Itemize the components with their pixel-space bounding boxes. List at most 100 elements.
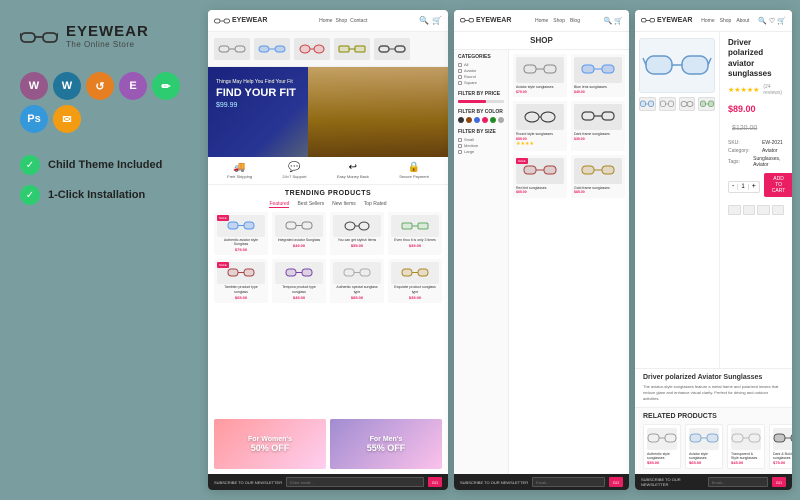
shop-search-icon[interactable]: 🔍 [604, 17, 613, 25]
product-thumb-detail-1[interactable] [639, 97, 656, 111]
quantity-value: 1 [737, 184, 748, 190]
one-click-feature: ✓ 1-Click Installation [20, 185, 180, 205]
related-products-section: RELATED PRODUCTS Authentic style sunglas… [635, 407, 792, 474]
tab-new[interactable]: New Items [332, 201, 356, 208]
shop-nav-blog[interactable]: Blog [570, 18, 580, 24]
shop-newsletter-button[interactable]: GO [609, 477, 623, 487]
related-name-2: Aviator style sunglasses [689, 452, 719, 460]
product-name-3: You can get stylish Items [338, 238, 377, 242]
category-scroll[interactable] [208, 32, 448, 67]
brand-subtitle: The Online Store [66, 40, 149, 49]
detail-nav-about[interactable]: About [736, 18, 749, 24]
product-card-3[interactable]: You can get stylish Items $55.00 [330, 212, 384, 255]
shop-prod-img-5: SALE [516, 158, 564, 184]
quantity-plus[interactable]: + [749, 183, 759, 190]
mastercard-icon [743, 205, 756, 215]
category-thumb-4[interactable] [334, 38, 370, 60]
product-card-4[interactable]: Even thou it is only 3 times $39.00 [388, 212, 442, 255]
search-icon[interactable]: 🔍 [419, 16, 429, 25]
shop-nav-shop[interactable]: Shop [553, 18, 565, 24]
color-green[interactable] [490, 117, 496, 123]
screenshots-area: EYEWEAR Home Shop Contact 🔍 🛒 [200, 0, 800, 500]
detail-cart-icon[interactable]: 🛒 [777, 17, 786, 25]
product-card-2[interactable]: Integrated aviator Sunglass $49.00 [272, 212, 326, 255]
filter-cat-aviator[interactable]: Aviator [458, 68, 504, 73]
related-product-4[interactable]: Dark & Bold sunglasses $75.00 [769, 424, 792, 469]
product-newsletter-button[interactable]: GO [772, 477, 786, 487]
product-tabs[interactable]: Featured Best Sellers New Items Top Rate… [214, 201, 442, 208]
hero-text: Things May Help You Find Your Fit FIND Y… [216, 79, 296, 109]
color-blue[interactable] [474, 117, 480, 123]
shop-product-1[interactable]: Aviator style sunglasses $79.00 [513, 54, 567, 97]
quantity-control[interactable]: - 1 + [728, 181, 760, 193]
product-img-3 [333, 215, 381, 237]
shop-header: EYEWEAR Home Shop Blog 🔍 🛒 [454, 10, 629, 32]
newsletter-input[interactable] [286, 477, 424, 487]
shop-product-6[interactable]: Gold frame sunglasses $85.00 [571, 155, 625, 198]
category-thumb-5[interactable] [374, 38, 410, 60]
sku-value: EW-2021 [762, 140, 783, 146]
tab-toprated[interactable]: Top Rated [364, 201, 387, 208]
product-thumb-detail-4[interactable] [698, 97, 715, 111]
shop-newsletter-label: SUBSCRIBE TO OUR NEWSLETTER [460, 480, 528, 485]
shop-cart-icon[interactable]: 🛒 [614, 17, 623, 25]
detail-nav-shop[interactable]: Shop [720, 18, 732, 24]
shop-product-2[interactable]: Blue lens sunglasses $49.00 [571, 54, 625, 97]
detail-nav-home[interactable]: Home [701, 18, 714, 24]
revolution-icon: ↺ [86, 72, 114, 100]
category-thumb-1[interactable] [214, 38, 250, 60]
related-product-1[interactable]: Authentic style sunglasses $55.00 [643, 424, 681, 469]
shop-newsletter-input[interactable] [532, 477, 605, 487]
filter-cat-all[interactable]: All [458, 62, 504, 67]
brand-name: EYEWEAR [66, 23, 149, 40]
child-theme-feature: ✓ Child Theme Included [20, 155, 180, 175]
filter-cat-round[interactable]: Round [458, 74, 504, 79]
product-thumb-detail-2[interactable] [659, 97, 676, 111]
product-card-6[interactable]: Tempora product type sunglass $45.00 [272, 259, 326, 302]
related-product-3[interactable]: Transparent & Style sunglasses $45.00 [727, 424, 765, 469]
category-thumb-2[interactable] [254, 38, 290, 60]
promo-men-label: For Men's [367, 436, 406, 443]
shop-prod-price-6: $85.00 [574, 190, 622, 195]
filter-size-s[interactable]: Small [458, 137, 504, 142]
color-gray[interactable] [498, 117, 504, 123]
shop-nav-home[interactable]: Home [535, 18, 548, 24]
product-thumb-detail-3[interactable] [679, 97, 696, 111]
color-black[interactable] [458, 117, 464, 123]
sale-badge-1: SALE [217, 215, 229, 221]
category-thumb-3[interactable] [294, 38, 330, 60]
shop-product-5[interactable]: SALE Red tint sunglasses $65.00 [513, 155, 567, 198]
newsletter-subscribe-button[interactable]: GO [428, 477, 442, 487]
filter-cat-square[interactable]: Square [458, 80, 504, 85]
filter-size-l[interactable]: Large [458, 149, 504, 154]
promo-women-label: For Women's [248, 436, 292, 443]
product-name-4: Even thou it is only 3 times [394, 238, 436, 242]
product-newsletter-input[interactable] [708, 477, 768, 487]
nav-home: Home [319, 18, 332, 24]
filter-size-m[interactable]: Medium [458, 143, 504, 148]
product-card-7[interactable]: Authentic special sunglass type $85.00 [330, 259, 384, 302]
color-brown[interactable] [466, 117, 472, 123]
feature-moneyback: ↩ Easy Money Back [337, 162, 369, 179]
product-card-1[interactable]: SALE Authentic aviator style Sunglass $7… [214, 212, 268, 255]
product-name-1: Authentic aviator style Sunglass [217, 238, 265, 246]
quantity-minus[interactable]: - [729, 183, 737, 190]
product-card-5[interactable]: SALE Tambien product type sunglass $65.0… [214, 259, 268, 302]
add-to-cart-row: - 1 + ADD TO CART ♡ [728, 173, 784, 201]
cart-icon[interactable]: 🛒 [432, 16, 442, 25]
shop-prod-info-6: Gold frame sunglasses $85.00 [574, 186, 622, 195]
shop-product-4[interactable]: Dark frame sunglasses $39.00 [571, 101, 625, 151]
detail-wish-icon[interactable]: ♡ [769, 17, 775, 25]
tab-featured[interactable]: Featured [269, 201, 289, 208]
product-img-6 [275, 262, 323, 284]
color-pink[interactable] [482, 117, 488, 123]
tab-bestsellers[interactable]: Best Sellers [297, 201, 324, 208]
shop-product-3[interactable]: Round style sunglasses $55.00 ★★★★ [513, 101, 567, 151]
secure-label: Secure Payment [399, 174, 429, 179]
color-swatches[interactable] [458, 117, 504, 123]
related-product-2[interactable]: Aviator style sunglasses $65.00 [685, 424, 723, 469]
product-card-8[interactable]: Exquisite product sunglass type $35.00 [388, 259, 442, 302]
detail-search-icon[interactable]: 🔍 [758, 17, 767, 25]
product-old-price: $120.00 [732, 125, 757, 132]
add-to-cart-button[interactable]: ADD TO CART [764, 173, 792, 197]
